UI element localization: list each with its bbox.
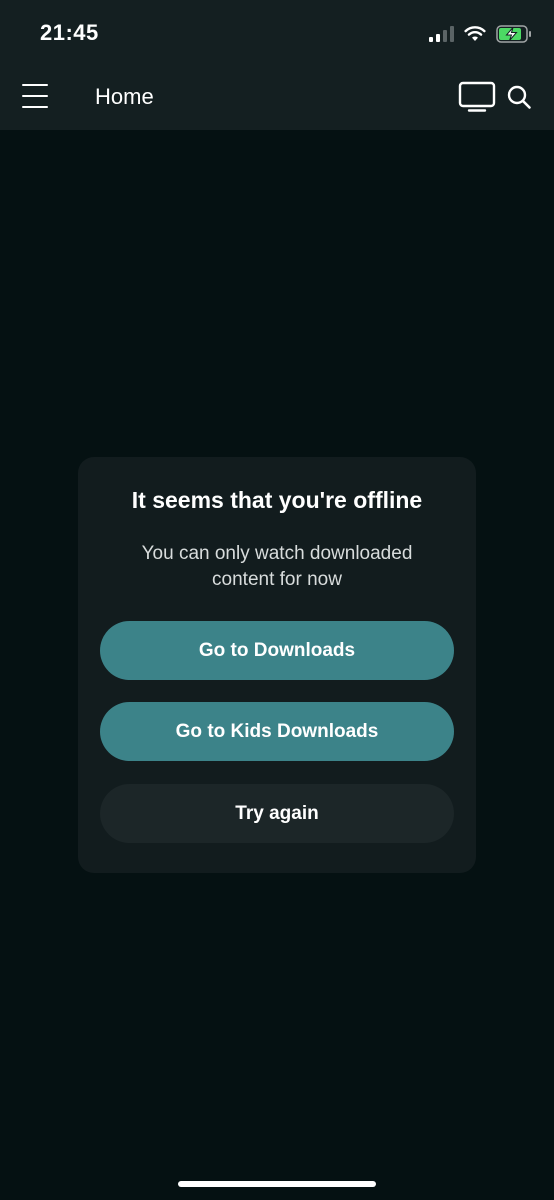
page-title: Home — [95, 84, 154, 109]
wifi-icon — [464, 26, 486, 41]
cellular-signal-icon — [429, 26, 454, 42]
offline-message: You can only watch downloaded content fo… — [141, 543, 413, 590]
cast-tv-icon[interactable] — [458, 81, 496, 113]
offline-title: It seems that you're offline — [131, 487, 423, 513]
status-bar: 21:45 — [0, 0, 554, 62]
battery-charging-icon — [496, 25, 531, 43]
offline-dialog: It seems that you're offline You can onl… — [78, 457, 476, 873]
go-to-downloads-button[interactable]: Go to Downloads — [100, 621, 454, 680]
app-header: Home — [0, 62, 554, 130]
go-to-kids-downloads-button[interactable]: Go to Kids Downloads — [100, 702, 454, 761]
hamburger-menu-icon[interactable] — [22, 82, 50, 110]
status-time: 21:45 — [40, 20, 99, 45]
search-icon[interactable] — [506, 84, 532, 110]
home-indicator[interactable] — [178, 1181, 376, 1187]
status-icons — [429, 22, 532, 46]
try-again-button[interactable]: Try again — [100, 784, 454, 843]
app-screen: 21:45 Home It seems that you're offline … — [0, 0, 554, 1200]
